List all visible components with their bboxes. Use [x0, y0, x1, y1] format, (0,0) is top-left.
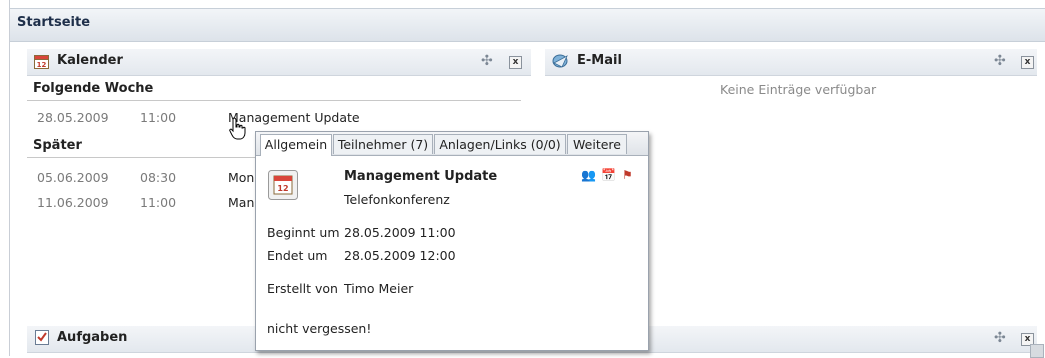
tasks-move-icon[interactable]: ✣: [994, 330, 1006, 346]
calendar-title: Kalender: [57, 53, 123, 68]
tab-attachments[interactable]: Anlagen/Links (0/0): [434, 134, 566, 154]
end-value: 28.05.2009 12:00: [344, 248, 456, 263]
page-title: Startseite: [17, 15, 91, 30]
tasks-title: Aufgaben: [57, 330, 128, 345]
calendar-close-icon[interactable]: x: [509, 56, 522, 69]
event-date: 05.06.2009: [37, 170, 109, 185]
email-icon: [552, 53, 569, 73]
end-label: Endet um: [267, 248, 328, 263]
tab-more[interactable]: Weitere: [567, 134, 627, 154]
popup-location: Telefonkonferenz: [344, 192, 450, 207]
begin-value: 28.05.2009 11:00: [344, 225, 456, 240]
checklist-icon: [35, 330, 49, 349]
calendar-refresh-icon[interactable]: 📅: [601, 168, 616, 182]
divider: [27, 100, 521, 101]
calendar-icon: 12: [268, 170, 298, 204]
event-time: 11:00: [140, 195, 177, 210]
svg-text:12: 12: [37, 61, 47, 69]
email-empty-text: Keine Einträge verfügbar: [720, 82, 877, 97]
tab-general[interactable]: Allgemein: [260, 134, 332, 156]
event-time: 11:00: [140, 110, 177, 125]
calendar-move-icon[interactable]: ✣: [481, 53, 493, 69]
popup-note: nicht vergessen!: [267, 321, 372, 336]
event-time: 08:30: [140, 170, 177, 185]
participants-icon[interactable]: 👥: [581, 168, 596, 182]
email-close-icon[interactable]: x: [1021, 56, 1034, 69]
hand-cursor-icon: [228, 117, 248, 145]
calendar-icon: 12: [34, 54, 49, 73]
title-bar: [10, 8, 1045, 42]
email-title: E-Mail: [577, 53, 622, 68]
email-move-icon[interactable]: ✣: [994, 53, 1006, 69]
svg-text:12: 12: [277, 184, 288, 193]
flag-icon[interactable]: ⚑: [622, 168, 633, 182]
begin-label: Beginnt um: [267, 225, 340, 240]
tab-participants[interactable]: Teilnehmer (7): [333, 134, 433, 154]
section-later: Später: [33, 138, 82, 153]
creator-label: Erstellt von: [267, 281, 338, 296]
creator-value: Timo Meier: [344, 281, 414, 296]
popup-subject: Management Update: [344, 169, 498, 184]
event-date: 11.06.2009: [37, 195, 109, 210]
section-next-week: Folgende Woche: [33, 81, 154, 96]
popup-tab-bar: Allgemein Teilnehmer (7) Anlagen/Links (…: [256, 132, 648, 156]
event-date: 28.05.2009: [37, 110, 109, 125]
event-detail-popup: Allgemein Teilnehmer (7) Anlagen/Links (…: [255, 131, 649, 351]
